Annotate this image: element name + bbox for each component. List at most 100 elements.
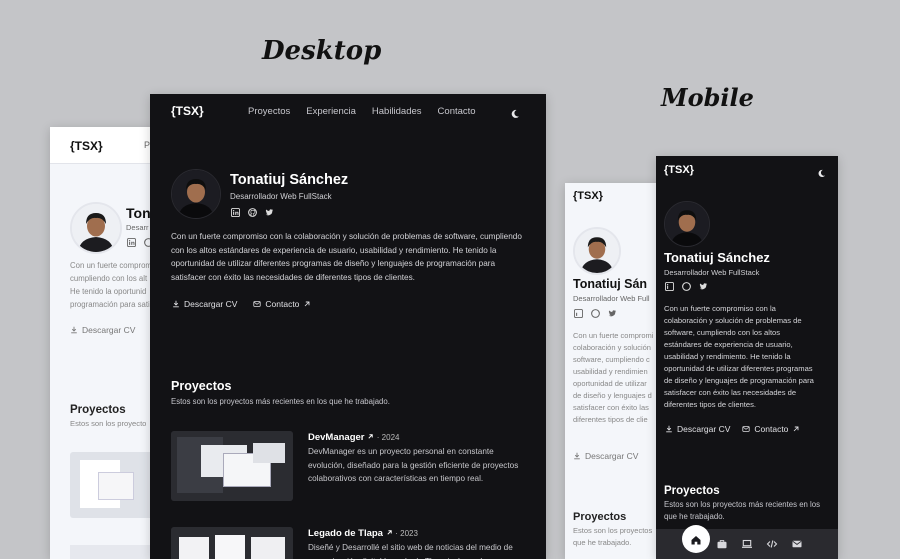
projects-title: Proyectos <box>171 379 232 393</box>
arrow-up-right-icon <box>368 434 373 439</box>
linkedin-icon[interactable] <box>231 208 240 217</box>
mobile-dark-screenshot: {TSX} Tonatiuj Sánchez Desarrollador Web… <box>656 156 838 559</box>
nav-item-experience[interactable]: Experiencia <box>306 106 356 117</box>
social-links <box>665 282 708 291</box>
project-thumbnail[interactable] <box>70 545 160 559</box>
project-title[interactable]: DevManager · 2024 <box>308 432 399 443</box>
desktop-dark-screenshot: {TSX} Proyectos Experiencia Habilidades … <box>150 94 546 559</box>
role-partial: Desarr <box>126 223 149 232</box>
role: Desarrollador Web FullStack <box>664 268 760 277</box>
mail-icon[interactable] <box>791 537 803 549</box>
download-cv-label: Descargar CV <box>184 299 238 309</box>
projects-subtitle-line: que he trabajado. <box>664 512 725 521</box>
moon-icon[interactable] <box>817 165 826 178</box>
project-name: DevManager <box>308 432 365 443</box>
projects-title: Proyectos <box>70 404 126 416</box>
briefcase-icon[interactable] <box>716 537 728 549</box>
name-partial: Ton <box>126 205 151 221</box>
actions: Descargar CV <box>573 451 638 461</box>
actions: Descargar CV <box>70 325 135 335</box>
mobile-light-screenshot: {TSX} Tonatiuj Sán Desarrollador Web Ful… <box>565 183 665 559</box>
project-thumbnail[interactable] <box>171 431 293 501</box>
arrow-up-right-icon <box>387 530 392 535</box>
logo[interactable]: {TSX} <box>171 104 204 118</box>
nav-item-projects[interactable]: Proyectos <box>248 106 290 117</box>
download-cv-button[interactable]: Descargar CV <box>70 325 135 335</box>
contact-button[interactable]: Contacto <box>253 299 311 309</box>
github-icon[interactable] <box>682 282 691 291</box>
bio-line: de diseño y lenguajes d <box>573 391 652 400</box>
name: Tonatiuj Sánchez <box>230 172 349 188</box>
bio-line: Con un fuerte compromiso con la <box>664 304 776 313</box>
contact-label: Contacto <box>265 299 300 309</box>
download-cv-label: Descargar CV <box>82 325 136 335</box>
download-icon <box>666 425 672 433</box>
project-thumbnail[interactable] <box>70 452 160 518</box>
project-description: Diseñé y Desarrollé el sitio web de noti… <box>308 543 513 559</box>
nav-item-skills[interactable]: Habilidades <box>372 106 422 117</box>
home-icon[interactable] <box>690 533 702 545</box>
arrow-up-right-icon <box>794 426 799 432</box>
bio-line: cumpliendo con los alt <box>70 274 148 283</box>
projects-subtitle-line: Estos son los proyectos más recientes en… <box>664 500 821 509</box>
code-icon[interactable] <box>766 537 778 549</box>
bio-line: de diseño y lenguajes de programación pa… <box>664 376 814 385</box>
github-icon[interactable] <box>591 309 600 318</box>
github-icon[interactable] <box>248 208 257 217</box>
laptop-icon[interactable] <box>741 537 753 549</box>
project-name: Legado de Tlapa <box>308 528 383 539</box>
mail-icon <box>253 301 261 307</box>
moon-icon[interactable] <box>510 106 520 118</box>
bio-line: Con un fuerte compromi <box>573 331 654 340</box>
arrow-up-right-icon <box>305 301 310 307</box>
project-thumbnail[interactable] <box>171 527 293 559</box>
bio-line: usabilidad y rendimiento. He tenido la <box>664 352 791 361</box>
project-title[interactable]: Legado de Tlapa · 2023 <box>308 528 418 539</box>
projects-subtitle: Estos son los proyectos más recientes en… <box>171 397 390 406</box>
contact-label: Contacto <box>754 424 789 434</box>
download-cv-button[interactable]: Descargar CV <box>665 424 730 434</box>
desktop-light-screenshot: {TSX} P Ton Desarr Con un fuerte comprom… <box>50 127 160 559</box>
projects-subtitle-2: que he trabajado. <box>573 538 632 547</box>
logo[interactable]: {TSX} <box>664 164 694 176</box>
mobile-label: Mobile <box>661 83 754 112</box>
mail-icon <box>742 426 750 432</box>
role: Desarrollador Web FullStack <box>230 192 332 201</box>
role-partial: Desarrollador Web Full <box>573 294 650 303</box>
bio-line: He tenido la oportunid <box>70 287 147 296</box>
logo[interactable]: {TSX} <box>573 190 603 202</box>
project-year: · 2024 <box>376 433 400 442</box>
name-partial: Tonatiuj Sán <box>573 277 648 291</box>
bio-line: colaboración y solución de problemas de <box>664 316 802 325</box>
bio-line: programación para sati <box>70 300 150 309</box>
bio-line: Con un fuerte compromi <box>70 261 154 270</box>
projects-subtitle: Estos son los proyectos <box>573 526 653 535</box>
desktop-label: Desktop <box>262 36 382 66</box>
bio-line: oportunidad de utilizar diferentes progr… <box>664 364 813 373</box>
projects-title: Proyectos <box>573 511 627 523</box>
linkedin-icon[interactable] <box>574 309 583 318</box>
twitter-icon[interactable] <box>608 309 617 318</box>
avatar <box>664 201 710 247</box>
nav-item-contact[interactable]: Contacto <box>438 106 476 117</box>
bio-line: software, cumpliendo c <box>573 355 650 364</box>
twitter-icon[interactable] <box>265 208 274 217</box>
projects-title: Proyectos <box>664 485 720 497</box>
contact-button[interactable]: Contacto <box>742 424 800 434</box>
linkedin-icon[interactable] <box>665 282 674 291</box>
social-links <box>231 208 274 217</box>
linkedin-icon[interactable] <box>127 238 136 247</box>
logo[interactable]: {TSX} <box>70 139 103 153</box>
download-icon <box>71 326 77 334</box>
actions: Descargar CV Contacto <box>172 299 311 309</box>
bio-line: software, cumpliendo con los altos <box>664 328 781 337</box>
bio-line: satisfacer con éxito las <box>573 403 649 412</box>
download-cv-button[interactable]: Descargar CV <box>172 299 237 309</box>
header: {TSX} P <box>50 127 160 164</box>
download-cv-label: Descargar CV <box>677 424 731 434</box>
download-cv-button[interactable]: Descargar CV <box>573 451 638 461</box>
social-links <box>574 309 617 318</box>
bio-line: oportunidad de utilizar <box>573 379 647 388</box>
twitter-icon[interactable] <box>699 282 708 291</box>
bio-line: diferentes tipos de clientes. <box>664 400 757 409</box>
